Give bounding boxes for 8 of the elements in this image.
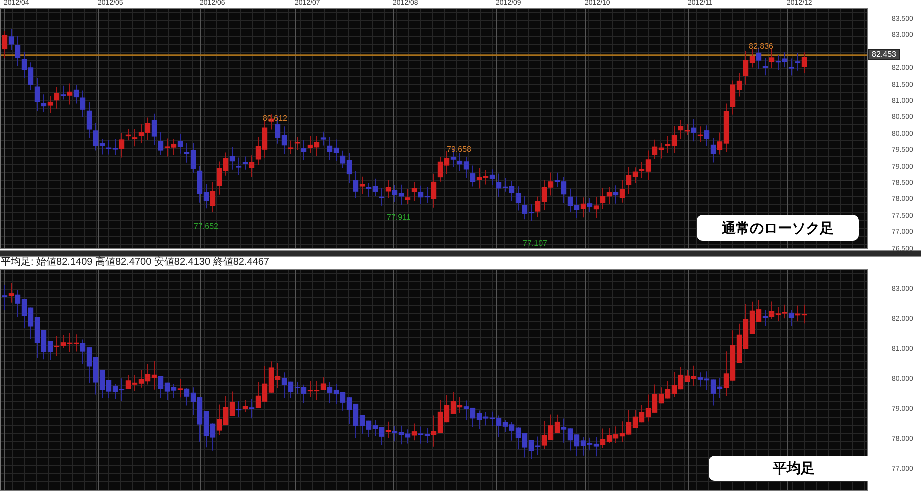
price-annotation: 77.107 [523, 239, 548, 248]
current-price-label: 82.453 [868, 49, 900, 60]
price-annotation: 77.911 [387, 213, 411, 222]
price-annotation: 77.652 [194, 222, 218, 231]
price-annotation: 79.658 [447, 145, 472, 154]
info-line: 平均足: 始値82.1409 高値82.4700 安値82.4130 終値82.4467 [0, 257, 270, 269]
chart-caption: 通常のローソク足 [697, 215, 859, 241]
price-annotation: 82.836 [749, 42, 774, 51]
